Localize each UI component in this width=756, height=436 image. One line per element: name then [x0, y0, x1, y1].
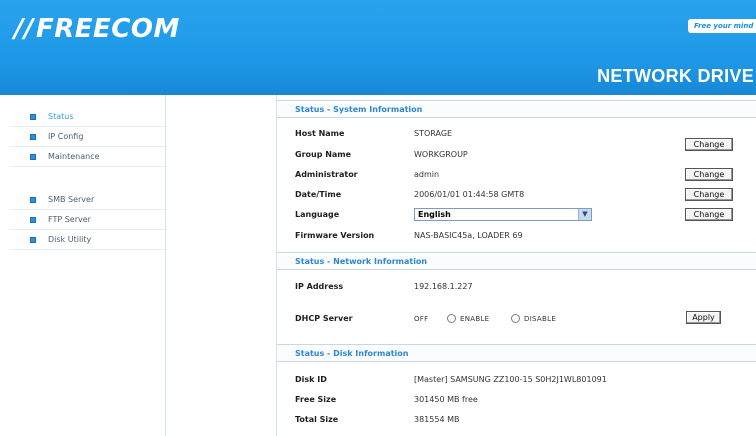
header-banner: //FREECOM Free your mind NETWORK DRIVE	[0, 0, 756, 95]
sidebar-item-disk-utility[interactable]: Disk Utility	[10, 230, 165, 250]
firmware-value: NAS-BASIC45a, LOADER 69	[414, 231, 523, 240]
section-network-header: Status - Network Information	[277, 252, 756, 270]
bullet-icon	[30, 196, 36, 203]
sidebar-group-services: SMB Server FTP Server Disk Utility	[10, 190, 165, 250]
change-language-button[interactable]: Change	[685, 208, 733, 221]
dhcp-server-label: DHCP Server	[295, 314, 353, 323]
section-title: Status - System Information	[295, 105, 423, 114]
section-disk-header: Status - Disk Information	[277, 344, 756, 362]
language-select[interactable]: English ▼	[414, 208, 592, 221]
group-name-value: WORKGROUP	[414, 150, 468, 159]
bullet-icon	[30, 216, 36, 223]
datetime-label: Date/Time	[295, 190, 342, 199]
sidebar-group-main: Status IP Config Maintenance	[10, 107, 165, 167]
language-selected-value: English	[418, 210, 451, 219]
bullet-icon	[30, 153, 36, 160]
sidebar-item-maintenance[interactable]: Maintenance	[10, 147, 165, 167]
sidebar-item-ip-config[interactable]: IP Config	[10, 127, 165, 147]
administrator-value: admin	[414, 170, 440, 179]
dhcp-state-text: OFF	[414, 315, 429, 323]
firmware-label: Firmware Version	[295, 231, 375, 240]
section-system-header: Status - System Information	[277, 100, 756, 118]
freecom-logo: //FREECOM	[14, 14, 180, 44]
sidebar-item-ftp-server[interactable]: FTP Server	[10, 210, 165, 230]
apply-dhcp-button[interactable]: Apply	[686, 311, 721, 324]
dhcp-enable-radio[interactable]	[447, 314, 456, 323]
dhcp-disable-label: DISABLE	[524, 315, 557, 323]
disk-id-value: [Master] SAMSUNG ZZ100-15 S0H2J1WL801091	[414, 375, 607, 384]
sidebar-item-label: SMB Server	[48, 195, 95, 204]
sidebar-divider	[165, 95, 166, 436]
dhcp-enable-label: ENABLE	[460, 315, 490, 323]
free-size-value: 301450 MB free	[414, 395, 478, 404]
sidebar-item-label: FTP Server	[48, 215, 91, 224]
total-size-label: Total Size	[295, 415, 339, 424]
host-name-value: STORAGE	[414, 129, 453, 138]
change-datetime-button[interactable]: Change	[685, 188, 733, 201]
tagline: Free your mind	[688, 19, 756, 33]
sidebar-nav: Status IP Config Maintenance SMB Server …	[10, 95, 165, 436]
sidebar-item-label: Status	[48, 112, 74, 121]
sidebar-item-smb-server[interactable]: SMB Server	[10, 190, 165, 210]
bullet-icon	[30, 133, 36, 140]
language-label: Language	[295, 210, 340, 219]
sidebar-item-label: Maintenance	[48, 152, 100, 161]
group-name-label: Group Name	[295, 150, 352, 159]
bullet-icon	[30, 236, 36, 243]
product-title: NETWORK DRIVE	[597, 66, 754, 86]
section-title: Status - Disk Information	[295, 349, 409, 358]
dhcp-disable-radio[interactable]	[511, 314, 520, 323]
free-size-label: Free Size	[295, 395, 337, 404]
sidebar-item-label: IP Config	[48, 132, 84, 141]
datetime-value: 2006/01/01 01:44:58 GMT8	[414, 190, 525, 199]
change-host-name-button[interactable]: Change	[685, 138, 733, 151]
bullet-icon	[30, 113, 36, 120]
change-administrator-button[interactable]: Change	[685, 168, 733, 181]
status-panel: Status - System Information Host Name ST…	[277, 95, 756, 436]
chevron-down-icon[interactable]: ▼	[578, 209, 591, 220]
sidebar-item-status[interactable]: Status	[10, 107, 165, 127]
ip-address-value: 192.168.1.227	[414, 282, 473, 291]
sidebar-item-label: Disk Utility	[48, 235, 92, 244]
disk-id-label: Disk ID	[295, 375, 327, 384]
total-size-value: 381554 MB	[414, 415, 460, 424]
host-name-label: Host Name	[295, 129, 345, 138]
ip-address-label: IP Address	[295, 282, 344, 291]
section-title: Status - Network Information	[295, 257, 428, 266]
administrator-label: Administrator	[295, 170, 358, 179]
